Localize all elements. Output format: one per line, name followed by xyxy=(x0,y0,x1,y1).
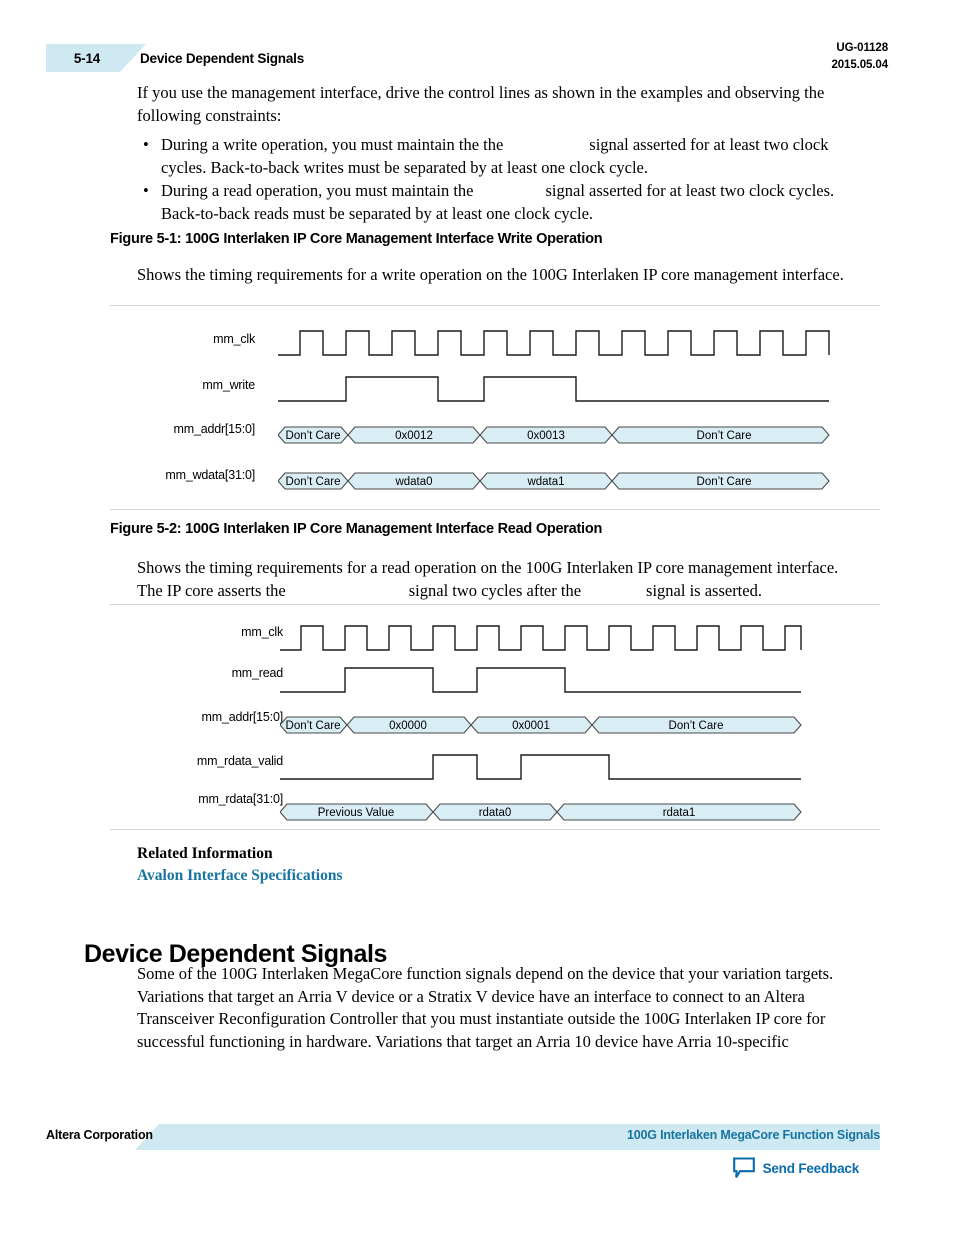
related-information-link[interactable]: Avalon Interface Specifications xyxy=(137,867,343,885)
footer-document-title: 100G Interlaken MegaCore Function Signal… xyxy=(627,1128,880,1142)
intro-paragraph: If you use the management interface, dri… xyxy=(137,83,825,125)
constraints-bullet-list: • During a write operation, you must mai… xyxy=(137,134,872,226)
figure-1-timing-diagram: mm_clk mm_write mm_addr[15:0] mm_wdata[3… xyxy=(110,305,880,510)
page-number: 5-14 xyxy=(73,50,101,66)
wave-label-mm-write: mm_write xyxy=(202,378,255,392)
footer-company-label: Altera Corporation xyxy=(46,1128,153,1142)
page-header: 5-14 Device Dependent Signals UG-01128 2… xyxy=(0,42,954,76)
figure-divider-bottom xyxy=(110,829,880,830)
header-doc-meta: UG-01128 2015.05.04 xyxy=(831,40,888,74)
wave-label-mm-read: mm_read xyxy=(231,666,284,680)
bullet-marker: • xyxy=(143,135,149,154)
bus-segment-label: Don’t Care xyxy=(286,430,341,442)
related-information-heading: Related Information xyxy=(137,845,273,862)
bullet-text-before: During a read operation, you must mainta… xyxy=(161,181,474,200)
waveform-mm-read xyxy=(280,667,801,693)
figure-divider-top xyxy=(110,604,880,605)
bullet-text-before: During a write operation, you must maint… xyxy=(161,135,504,154)
wave-label-mm-clk: mm_clk xyxy=(213,332,255,346)
header-section-title: Device Dependent Signals xyxy=(140,50,305,66)
bus-segment-label: wdata0 xyxy=(394,476,432,488)
figure-1-caption: Figure 5-1: 100G Interlaken IP Core Mana… xyxy=(110,231,603,247)
figure-2-description-part2: signal two cycles after the xyxy=(408,580,582,600)
figure-1-waveforms: Don’t Care 0x0012 0x0013 Don’t Care Don’… xyxy=(278,330,830,490)
figure-2-caption: Figure 5-2: 100G Interlaken IP Core Mana… xyxy=(110,521,603,537)
bus-segment-label: 0x0013 xyxy=(527,430,565,442)
bullet-marker: • xyxy=(143,181,149,200)
waveform-mm-rdata-valid xyxy=(280,754,801,780)
speech-bubble-icon xyxy=(732,1157,755,1178)
bus-segment-label: 0x0012 xyxy=(395,430,433,442)
wave-label-mm-addr: mm_addr[15:0] xyxy=(173,422,256,436)
figure-1-description: Shows the timing requirements for a writ… xyxy=(137,265,844,284)
send-feedback-label: Send Feedback xyxy=(762,1160,860,1176)
bus-segment-label: Don’t Care xyxy=(697,476,752,488)
waveform-mm-write xyxy=(278,376,829,402)
doc-id: UG-01128 xyxy=(836,42,888,54)
bus-segment-label: Don’t Care xyxy=(286,476,341,488)
wave-label-mm-addr: mm_addr[15:0] xyxy=(201,710,284,724)
bus-segment-label: Don’t Care xyxy=(286,720,341,732)
list-item: • During a read operation, you must main… xyxy=(137,180,872,225)
doc-date: 2015.05.04 xyxy=(831,59,888,71)
figure-divider-top xyxy=(110,305,880,306)
bus-segment-label: 0x0001 xyxy=(512,720,550,732)
list-item: • During a write operation, you must mai… xyxy=(137,134,872,179)
wave-label-mm-rdata-valid: mm_rdata_valid xyxy=(196,754,283,768)
wave-label-mm-rdata: mm_rdata[31:0] xyxy=(198,792,283,806)
figure-2-waveforms: Don’t Care 0x0000 0x0001 Don’t Care Prev… xyxy=(280,625,802,821)
waveform-mm-clk xyxy=(280,625,802,651)
wave-label-mm-clk: mm_clk xyxy=(241,625,283,639)
wave-label-mm-wdata: mm_wdata[31:0] xyxy=(165,468,255,482)
figure-2-description-part3: signal is asserted. xyxy=(646,580,762,600)
bus-segment-label: Previous Value xyxy=(318,807,395,819)
send-feedback-button[interactable]: Send Feedback xyxy=(732,1157,859,1179)
figure-2-timing-diagram: mm_clk mm_read mm_addr[15:0] mm_rdata_va… xyxy=(110,604,880,830)
bus-segment-label: Don’t Care xyxy=(697,430,752,442)
bus-segment-label: rdata1 xyxy=(663,807,696,819)
bus-segment-label: rdata0 xyxy=(479,807,512,819)
section-body-paragraph: Some of the 100G Interlaken MegaCore fun… xyxy=(137,964,834,1051)
figure-divider-bottom xyxy=(110,509,880,510)
waveform-mm-clk xyxy=(278,330,830,356)
figure-2-description: Shows the timing requirements for a read… xyxy=(137,557,857,602)
bus-segment-label: wdata1 xyxy=(526,476,564,488)
bus-segment-label: 0x0000 xyxy=(389,720,427,732)
bus-segment-label: Don’t Care xyxy=(669,720,724,732)
